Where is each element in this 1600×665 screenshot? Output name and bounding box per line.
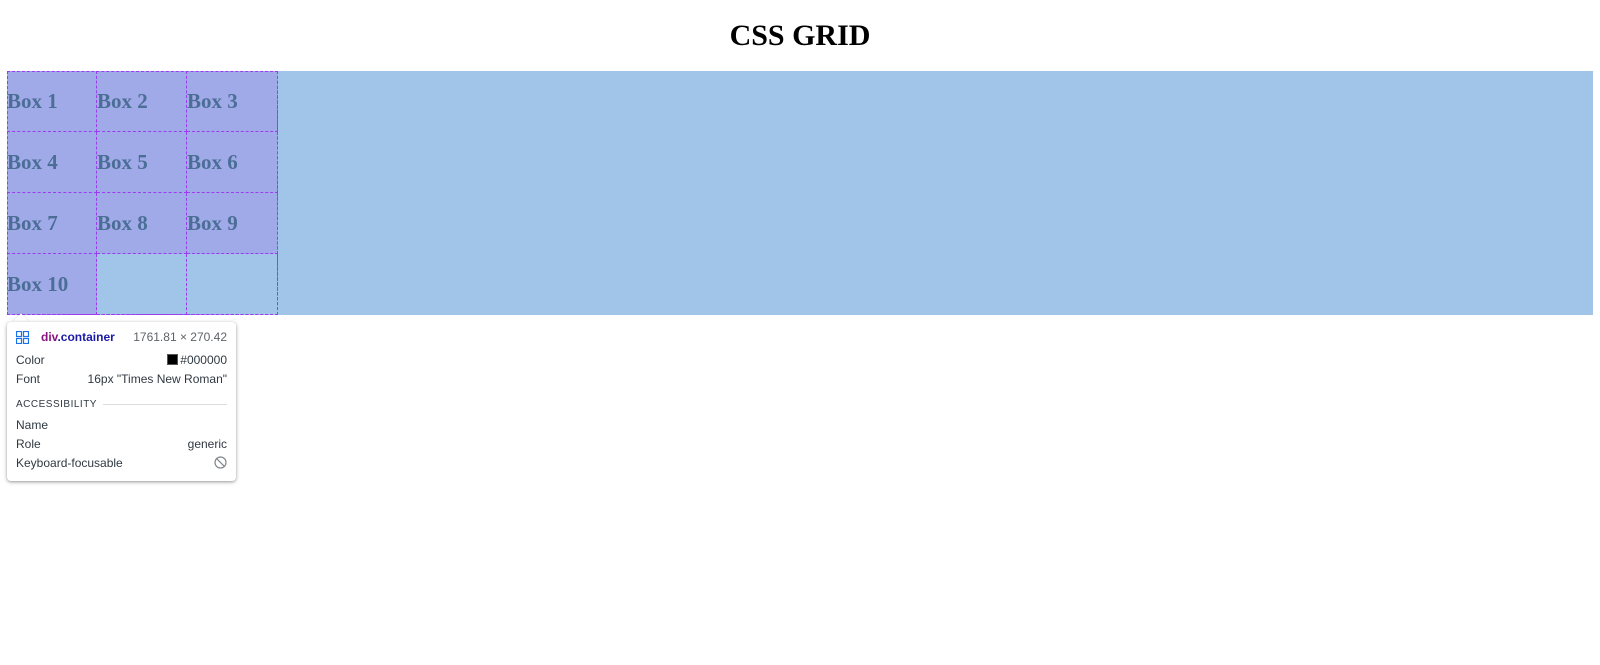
- section-divider: [102, 403, 227, 405]
- grid-box-3[interactable]: Box 3: [187, 71, 278, 132]
- tooltip-header: div.container 1761.81 × 270.42: [16, 324, 227, 350]
- not-allowed-icon: [214, 456, 227, 469]
- grid-empty-cell: [187, 254, 278, 315]
- name-label: Name: [16, 417, 49, 432]
- grid-icon: [16, 330, 29, 344]
- keyboard-focusable-label: Keyboard-focusable: [16, 455, 123, 470]
- grid-box-1[interactable]: Box 1: [7, 71, 97, 132]
- role-value: generic: [187, 436, 227, 451]
- font-value: 16px "Times New Roman": [87, 371, 227, 386]
- grid-box-8[interactable]: Box 8: [97, 193, 187, 254]
- element-tag: div.container: [41, 330, 115, 344]
- element-dimensions: 1761.81 × 270.42: [133, 330, 227, 344]
- grid-box-4[interactable]: Box 4: [7, 132, 97, 193]
- color-row: Color #000000: [16, 350, 227, 369]
- grid-box-9[interactable]: Box 9: [187, 193, 278, 254]
- devtools-inspect-tooltip: div.container 1761.81 × 270.42 Color #00…: [7, 322, 236, 481]
- font-row: Font 16px "Times New Roman": [16, 369, 227, 388]
- role-row: Role generic: [16, 434, 227, 453]
- role-label: Role: [16, 436, 41, 451]
- accessibility-section-header: ACCESSIBILITY: [16, 393, 227, 415]
- color-value: #000000: [167, 353, 227, 367]
- grid-box-7[interactable]: Box 7: [7, 193, 97, 254]
- grid-box-6[interactable]: Box 6: [187, 132, 278, 193]
- page-title: CSS GRID: [729, 19, 871, 52]
- grid-overlay: Box 1 Box 2 Box 3 Box 4 Box 5 Box 6 Box …: [7, 71, 278, 315]
- color-label: Color: [16, 352, 45, 367]
- font-label: Font: [16, 371, 41, 386]
- grid-box-10[interactable]: Box 10: [7, 254, 97, 315]
- grid-empty-cell: [97, 254, 187, 315]
- keyboard-focusable-value: [214, 456, 227, 469]
- grid-box-2[interactable]: Box 2: [97, 71, 187, 132]
- color-swatch: [167, 354, 179, 365]
- grid-container[interactable]: Box 1 Box 2 Box 3 Box 4 Box 5 Box 6 Box …: [7, 71, 1593, 315]
- name-row: Name: [16, 415, 227, 434]
- keyboard-focusable-row: Keyboard-focusable: [16, 453, 227, 472]
- grid-box-5[interactable]: Box 5: [97, 132, 187, 193]
